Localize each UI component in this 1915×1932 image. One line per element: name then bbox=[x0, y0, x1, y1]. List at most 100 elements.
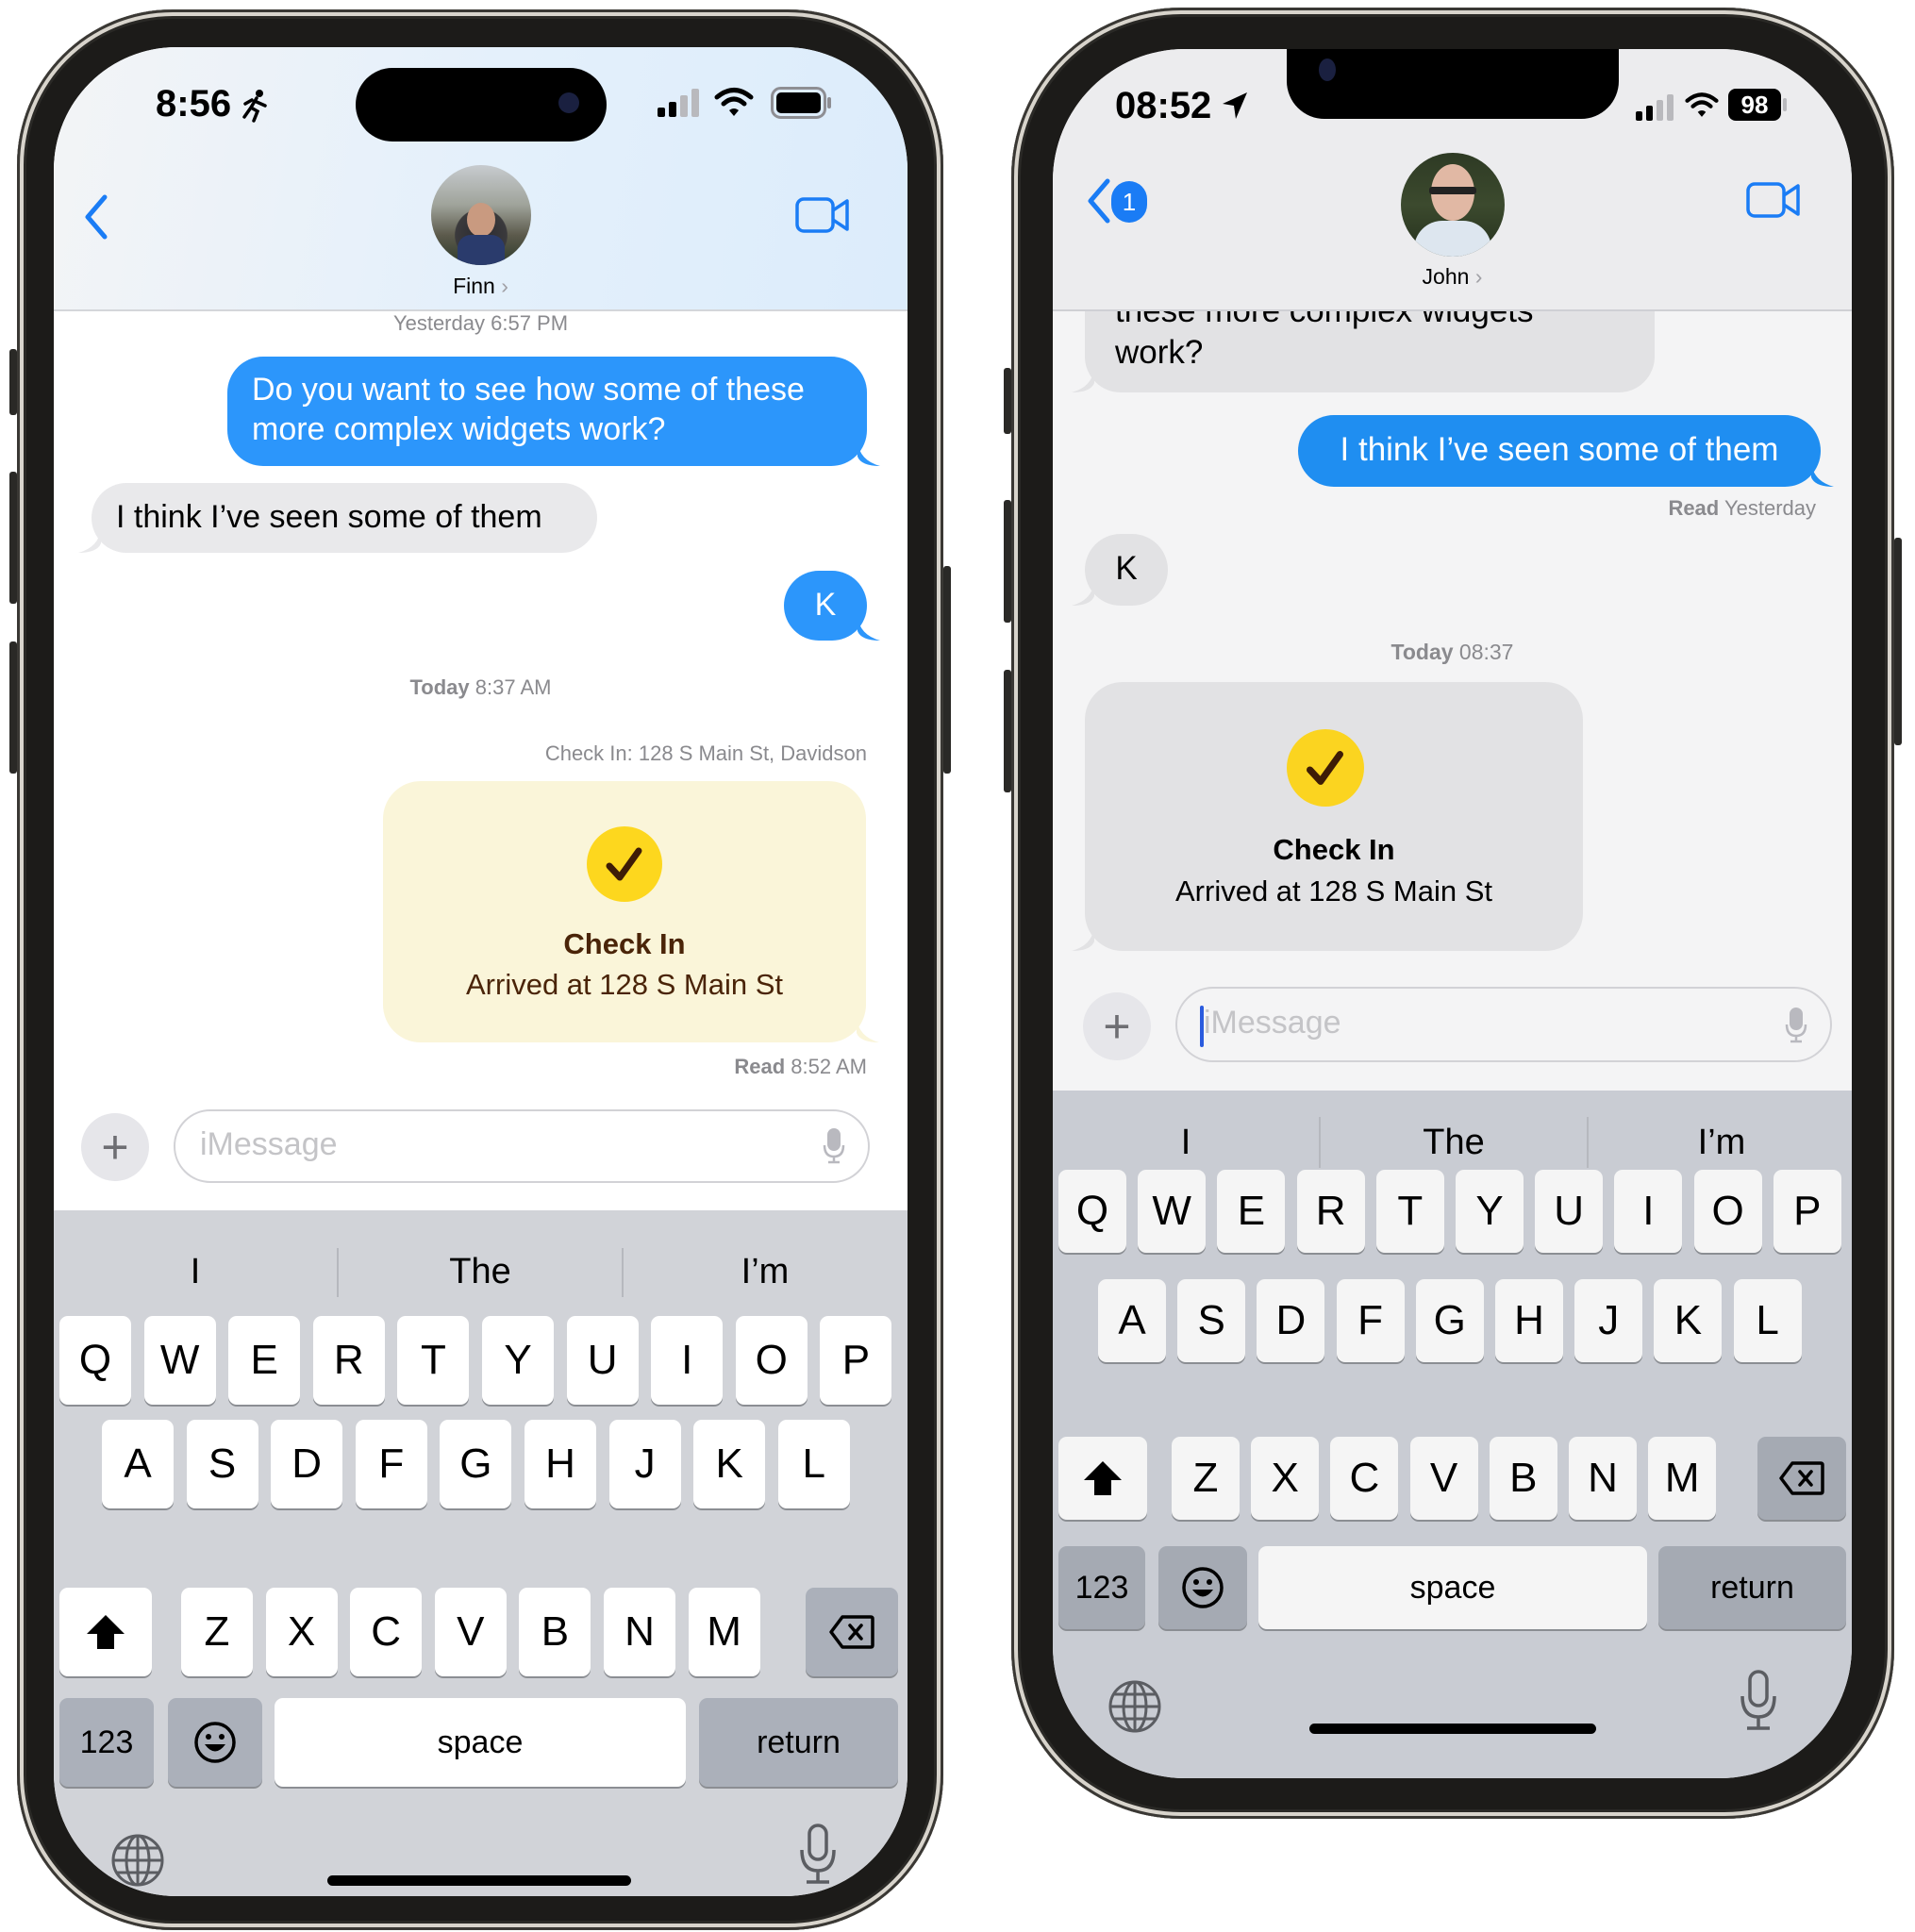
letter-key[interactable]: L bbox=[777, 1420, 850, 1508]
sent-message-bubble[interactable]: K bbox=[784, 571, 880, 641]
letter-key[interactable]: S bbox=[186, 1420, 258, 1508]
suggestion-2[interactable]: The bbox=[339, 1239, 622, 1305]
letter-key[interactable]: F bbox=[1336, 1279, 1405, 1362]
letter-key[interactable]: F bbox=[355, 1420, 427, 1508]
contact-avatar[interactable] bbox=[1401, 153, 1505, 257]
letter-key[interactable]: K bbox=[1654, 1279, 1723, 1362]
letter-key[interactable]: Q bbox=[59, 1316, 131, 1405]
letter-key[interactable]: N bbox=[604, 1588, 675, 1676]
contact-avatar[interactable] bbox=[431, 165, 531, 265]
suggestion-3[interactable]: I’m bbox=[624, 1239, 907, 1305]
letter-key[interactable]: B bbox=[1489, 1437, 1557, 1520]
shift-key[interactable] bbox=[1058, 1437, 1147, 1520]
letter-key[interactable]: D bbox=[1257, 1279, 1325, 1362]
video-camera-icon[interactable] bbox=[1746, 181, 1801, 219]
letter-key[interactable]: Y bbox=[1456, 1170, 1524, 1253]
letter-key[interactable]: I bbox=[651, 1316, 724, 1405]
dictation-mic-icon[interactable] bbox=[1785, 1008, 1807, 1043]
contact-name[interactable]: Finn › bbox=[54, 274, 908, 299]
timestamp-time: 8:37 AM bbox=[475, 675, 552, 699]
letter-key[interactable]: T bbox=[1375, 1170, 1444, 1253]
letter-key[interactable]: H bbox=[1495, 1279, 1563, 1362]
letter-key[interactable]: J bbox=[608, 1420, 681, 1508]
letter-key[interactable]: Y bbox=[482, 1316, 554, 1405]
letter-key[interactable]: H bbox=[525, 1420, 596, 1508]
letter-key[interactable]: M bbox=[1648, 1437, 1717, 1520]
letter-key[interactable]: Z bbox=[1172, 1437, 1240, 1520]
unread-count: 1 bbox=[1122, 188, 1137, 216]
letter-key[interactable]: S bbox=[1177, 1279, 1246, 1362]
dictation-mic-icon[interactable] bbox=[799, 1824, 837, 1886]
delete-key[interactable] bbox=[1757, 1437, 1846, 1520]
letter-key[interactable]: P bbox=[820, 1316, 892, 1405]
sent-message-bubble[interactable]: I think I’ve seen some of them bbox=[1298, 415, 1834, 487]
letter-key[interactable]: P bbox=[1773, 1170, 1841, 1253]
apps-plus-button[interactable]: + bbox=[1083, 992, 1151, 1060]
letter-key[interactable]: J bbox=[1574, 1279, 1643, 1362]
letter-key[interactable]: Z bbox=[181, 1588, 253, 1676]
apps-plus-button[interactable]: + bbox=[81, 1113, 149, 1181]
letter-key[interactable]: U bbox=[566, 1316, 639, 1405]
letter-key[interactable]: T bbox=[397, 1316, 470, 1405]
dictation-mic-icon[interactable] bbox=[1740, 1670, 1777, 1732]
return-key[interactable]: return bbox=[1658, 1546, 1846, 1629]
letter-key[interactable]: G bbox=[1415, 1279, 1484, 1362]
suggestion-3[interactable]: I’m bbox=[1589, 1109, 1852, 1175]
suggestion-2[interactable]: The bbox=[1321, 1109, 1587, 1175]
received-message-bubble[interactable]: these more complex widgets work? bbox=[1072, 311, 1655, 392]
letter-key[interactable]: O bbox=[1693, 1170, 1762, 1253]
letter-key[interactable]: W bbox=[143, 1316, 216, 1405]
letter-key[interactable]: A bbox=[102, 1420, 174, 1508]
back-chevron-icon[interactable] bbox=[82, 193, 110, 241]
emoji-key[interactable] bbox=[1158, 1546, 1247, 1629]
letter-key[interactable]: W bbox=[1138, 1170, 1207, 1253]
numbers-key[interactable]: 123 bbox=[1058, 1546, 1145, 1629]
suggestion-1[interactable]: I bbox=[1053, 1109, 1319, 1175]
letter-key[interactable]: X bbox=[265, 1588, 338, 1676]
checkin-subtitle: Arrived at 128 S Main St bbox=[466, 968, 783, 1001]
letter-key[interactable]: L bbox=[1733, 1279, 1802, 1362]
letter-key[interactable]: G bbox=[440, 1420, 512, 1508]
received-message-bubble[interactable]: I think I’ve seen some of them bbox=[78, 483, 597, 553]
return-key[interactable]: return bbox=[699, 1698, 898, 1787]
letter-key[interactable]: C bbox=[1330, 1437, 1399, 1520]
letter-key[interactable]: O bbox=[735, 1316, 808, 1405]
letter-key[interactable]: N bbox=[1569, 1437, 1637, 1520]
letter-key[interactable]: B bbox=[519, 1588, 591, 1676]
globe-icon[interactable] bbox=[110, 1833, 165, 1888]
letter-key[interactable]: V bbox=[1409, 1437, 1478, 1520]
letter-key[interactable]: A bbox=[1098, 1279, 1166, 1362]
letter-key[interactable]: C bbox=[350, 1588, 423, 1676]
letter-key[interactable]: E bbox=[1217, 1170, 1286, 1253]
dictation-mic-icon[interactable] bbox=[823, 1128, 845, 1164]
letter-key[interactable]: U bbox=[1535, 1170, 1604, 1253]
back-chevron-icon[interactable] bbox=[1085, 177, 1113, 225]
numbers-key[interactable]: 123 bbox=[59, 1698, 154, 1787]
letter-key[interactable]: R bbox=[1296, 1170, 1365, 1253]
letter-key[interactable]: Q bbox=[1058, 1170, 1126, 1253]
letter-key[interactable]: E bbox=[228, 1316, 301, 1405]
received-message-bubble[interactable]: K bbox=[1072, 534, 1168, 606]
letter-key[interactable]: X bbox=[1251, 1437, 1320, 1520]
sent-message-bubble[interactable]: Do you want to see how some of these mor… bbox=[227, 357, 880, 466]
space-key[interactable]: space bbox=[1258, 1546, 1647, 1629]
shift-key[interactable] bbox=[59, 1588, 152, 1676]
letter-key[interactable]: D bbox=[271, 1420, 343, 1508]
letter-key[interactable]: V bbox=[434, 1588, 507, 1676]
letter-key[interactable]: R bbox=[312, 1316, 385, 1405]
contact-name[interactable]: John › bbox=[1053, 264, 1852, 290]
checkin-card[interactable]: Check In Arrived at 128 S Main St bbox=[383, 781, 879, 1042]
letter-key[interactable]: M bbox=[688, 1588, 760, 1676]
emoji-key[interactable] bbox=[168, 1698, 262, 1787]
letter-key[interactable]: K bbox=[693, 1420, 766, 1508]
message-input[interactable]: iMessage bbox=[174, 1109, 870, 1183]
letter-key[interactable]: I bbox=[1614, 1170, 1683, 1253]
unread-badge[interactable]: 1 bbox=[1111, 181, 1147, 223]
suggestion-1[interactable]: I bbox=[54, 1239, 337, 1305]
delete-key[interactable] bbox=[806, 1588, 898, 1676]
globe-icon[interactable] bbox=[1107, 1679, 1162, 1734]
message-input[interactable]: iMessage bbox=[1175, 987, 1832, 1062]
checkin-card[interactable]: Check In Arrived at 128 S Main St bbox=[1072, 682, 1583, 951]
video-camera-icon[interactable] bbox=[795, 196, 850, 234]
space-key[interactable]: space bbox=[275, 1698, 686, 1787]
